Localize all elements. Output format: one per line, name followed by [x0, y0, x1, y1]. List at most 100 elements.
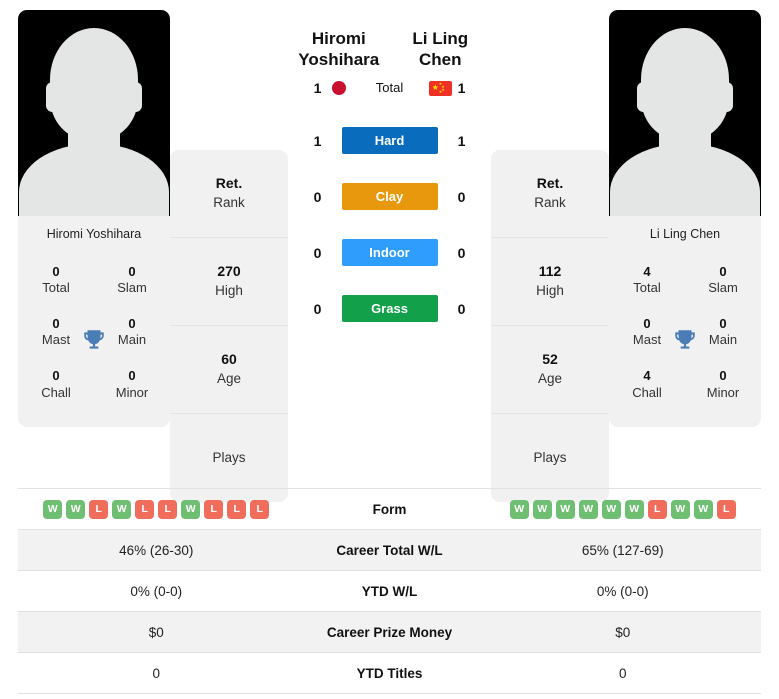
form-badge-right-8: W [693, 499, 713, 519]
form-badge-left-9: L [250, 499, 270, 519]
h2h-right-score: 0 [457, 244, 466, 261]
stats-row-career-total-wl: 46% (26-30) Career Total W/L 65% (127-69… [18, 530, 761, 571]
form-badge-left-5: L [158, 499, 178, 519]
info-row-age-right: 52 Age [491, 326, 609, 414]
info-value: 52 [542, 351, 558, 368]
h2h-surface-label-total: Total [375, 80, 404, 95]
h2h-surface-chip-clay[interactable]: Clay [341, 183, 438, 210]
title-label: Slam [708, 280, 738, 296]
avatar-ear-left [46, 82, 59, 112]
stats-label-career-total-wl: Career Total W/L [336, 542, 443, 558]
comparison-stats-table: WWLWLLWLLL Form WWWWWWLWWL 46% (26-30) C… [18, 488, 761, 694]
title-stat-minor-right: 0 Minor [685, 359, 761, 411]
title-stat-minor-left: 0 Minor [94, 359, 170, 411]
h2h-row-total: 1 Total 1 [288, 63, 491, 113]
h2h-row-grass: 0 Grass 0 [288, 281, 491, 337]
title-label: Chall [632, 384, 662, 400]
h2h-right-score: 0 [457, 300, 466, 317]
h2h-page: Hiromi Yoshihara 0 Total 0 Slam 0 Mast 0… [0, 0, 779, 699]
info-value: 60 [221, 351, 237, 368]
h2h-left-score: 1 [313, 79, 322, 96]
title-stat-total-left: 0 Total [18, 255, 94, 307]
info-row-high-left: 270 High [170, 238, 288, 326]
h2h-left-score: 1 [313, 132, 322, 149]
surface-breakdown-list: 1 Total 1 1 Hard 1 0 Clay 0 0 Indoor 0 0… [288, 63, 491, 337]
info-label: Age [537, 370, 563, 386]
h2h-left-score: 0 [313, 188, 322, 205]
avatar-shoulders [19, 144, 169, 216]
stats-value-right: 0% (0-0) [596, 583, 649, 599]
info-row-rank-right: Ret. Rank [491, 150, 609, 238]
h2h-right-score: 0 [457, 188, 466, 205]
title-stat-total-right: 4 Total [609, 255, 685, 307]
form-badge-left-4: L [135, 499, 155, 519]
info-card-left: Ret. Rank 270 High 60 Age Plays [170, 150, 288, 502]
form-badge-right-7: W [670, 499, 690, 519]
title-value: 0 [52, 264, 60, 279]
stats-value-left: 0% (0-0) [130, 583, 183, 599]
title-label: Minor [706, 384, 740, 400]
h2h-left-score: 0 [313, 244, 322, 261]
title-value: 0 [719, 368, 727, 384]
avatar-ear-left [637, 82, 650, 112]
h2h-row-hard: 1 Hard 1 [288, 113, 491, 169]
form-left: WWLWLLWLLL [18, 499, 295, 519]
h2h-surface-chip-hard[interactable]: Hard [341, 127, 438, 154]
h2h-surface-chip-indoor[interactable]: Indoor [341, 239, 438, 266]
stats-value-right: $0 [615, 624, 631, 640]
form-badge-right-3: W [578, 499, 598, 519]
stats-value-left: 0 [152, 665, 160, 681]
form-badge-right-1: W [532, 499, 552, 519]
h2h-surface-chip-grass[interactable]: Grass [341, 295, 438, 322]
form-badge-left-1: W [66, 499, 86, 519]
form-strip-right: WWWWWWLWWL [509, 499, 736, 519]
info-label: Plays [533, 449, 567, 465]
title-value: 0 [128, 264, 136, 279]
title-stat-chall-right: 4 Chall [609, 359, 685, 411]
player-card-left[interactable]: Hiromi Yoshihara 0 Total 0 Slam 0 Mast 0… [18, 10, 170, 428]
title-value: 4 [643, 368, 651, 384]
info-value: 112 [538, 263, 562, 280]
title-label: Slam [117, 280, 147, 296]
title-stat-slam-left: 0 Slam [94, 255, 170, 307]
trophy-icon [84, 330, 104, 349]
stats-value-right: 65% (127-69) [581, 542, 664, 558]
info-label: High [536, 282, 564, 298]
form-badge-right-4: W [601, 499, 621, 519]
stats-label-form: Form [372, 501, 407, 517]
titles-grid-right: 4 Total 0 Slam 0 Mast 0 Main 4 Chall 0 M… [609, 253, 761, 427]
form-badge-left-7: L [204, 499, 224, 519]
player-card-right[interactable]: Li Ling Chen 4 Total 0 Slam 0 Mast 0 Mai… [609, 10, 761, 428]
avatar-ear-right [720, 82, 733, 112]
title-value: 0 [52, 368, 60, 384]
info-row-high-right: 112 High [491, 238, 609, 326]
form-badge-left-8: L [227, 499, 247, 519]
stats-row-form: WWLWLLWLLL Form WWWWWWLWWL [18, 489, 761, 530]
player-name-left: Hiromi Yoshihara [18, 216, 170, 253]
info-label: Age [216, 370, 242, 386]
h2h-row-clay: 0 Clay 0 [288, 169, 491, 225]
titles-grid-left: 0 Total 0 Slam 0 Mast 0 Main 0 Chall 0 M… [18, 253, 170, 427]
avatar-ear-right [129, 82, 142, 112]
title-label: Total [42, 280, 70, 296]
player-name-right: Li Ling Chen [609, 216, 761, 253]
title-label: Total [633, 280, 661, 296]
form-badge-left-0: W [43, 499, 63, 519]
h2h-center-column: Hiromi Yoshihara Li Ling Chen ★ ★ ★ ★ ★ [288, 10, 491, 337]
player-photo-left [18, 10, 170, 216]
avatar-shoulders [610, 144, 760, 216]
stats-label-ytd-wl: YTD W/L [361, 583, 418, 599]
title-label: Chall [41, 384, 71, 400]
form-badge-left-6: W [181, 499, 201, 519]
info-label: Rank [213, 194, 245, 210]
title-stat-chall-left: 0 Chall [18, 359, 94, 411]
info-value: Ret. [536, 175, 564, 192]
stats-row-career-prize-money: $0 Career Prize Money $0 [18, 612, 761, 653]
form-strip-left: WWLWLLWLLL [43, 499, 270, 519]
info-card-right: Ret. Rank 112 High 52 Age Plays [491, 150, 609, 502]
player-first-name-left: Hiromi [311, 29, 366, 48]
info-row-rank-left: Ret. Rank [170, 150, 288, 238]
info-value: Ret. [215, 175, 243, 192]
title-value: 0 [719, 264, 727, 279]
h2h-right-score: 1 [457, 132, 466, 149]
